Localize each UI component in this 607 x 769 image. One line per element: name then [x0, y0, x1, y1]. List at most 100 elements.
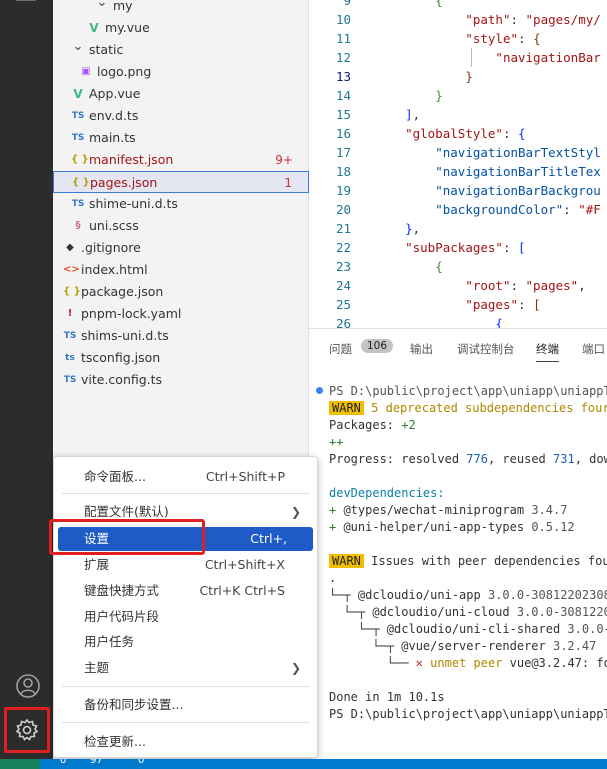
file-name: vite.config.ts [81, 372, 163, 387]
file-name: my [113, 0, 133, 13]
menu-item-check-updates[interactable]: 检查更新... [58, 730, 313, 754]
code-text: { [435, 259, 443, 274]
shortcut-label: Ctrl+Shift+P [205, 469, 285, 484]
file-name: .gitignore [81, 240, 141, 255]
account-icon[interactable] [14, 672, 42, 700]
manage-gear-button[interactable] [4, 707, 50, 753]
code-text: "navigationBarBackgrou [435, 183, 601, 198]
terminal-line: Packages: +2 [329, 418, 416, 432]
remote-indicator[interactable] [0, 759, 40, 769]
line-number: 9 [343, 0, 351, 8]
menu-separator [62, 493, 310, 494]
tab-terminal[interactable]: 终端 [536, 341, 559, 362]
problem-count-badge: 1 [284, 176, 292, 190]
menu-separator [62, 722, 310, 723]
terminal-command-indicator [316, 387, 323, 394]
menu-item-extensions[interactable]: 扩展 Ctrl+Shift+X [58, 553, 313, 577]
explorer-file[interactable]: TS env.d.ts [53, 105, 309, 127]
code-editor[interactable]: 9 {10 "path": "pages/my/11 "style": {12 … [309, 0, 607, 328]
line-number: 21 [335, 221, 351, 236]
explorer-file[interactable]: { } package.json [53, 281, 309, 303]
explorer-file[interactable]: ! pnpm-lock.yaml [53, 303, 309, 325]
tab-problems[interactable]: 问题 [329, 341, 352, 357]
code-line[interactable]: 19 "navigationBarBackgrou [309, 181, 607, 200]
code-line[interactable]: 18 "navigationBarTitleTex [309, 162, 607, 181]
file-name: index.html [81, 262, 148, 277]
problem-count-badge: 9+ [275, 153, 293, 167]
terminal-line: └── ✕ unmet peer vue@3.2.47: fou [329, 656, 607, 670]
vue-icon: V [89, 21, 99, 35]
menu-item-settings[interactable]: 设置 Ctrl+, [58, 527, 313, 551]
terminal-line: PS D:\public\project\app\uniapp\uniappTe [329, 707, 607, 721]
code-line[interactable]: 9 { [309, 0, 607, 10]
menu-item-keyboard-shortcuts[interactable]: 键盘快捷方式 Ctrl+K Ctrl+S [58, 579, 313, 603]
file-name: package.json [81, 284, 164, 299]
warning-count[interactable]: 97 [90, 759, 103, 766]
line-number: 10 [335, 12, 351, 27]
code-line[interactable]: 11 "style": { [309, 29, 607, 48]
terminal-line: Done in 1m 10.1s [329, 690, 445, 704]
code-line[interactable]: 24 "root": "pages", [309, 276, 607, 295]
menu-item-user-tasks[interactable]: 用户任务 [58, 630, 313, 654]
gear-icon [15, 718, 39, 741]
code-line[interactable]: 20 "backgroundColor": "#F [309, 200, 607, 219]
file-name: env.d.ts [89, 108, 139, 123]
file-name: pages.json [90, 175, 158, 190]
explorer-file[interactable]: { } pages.json 1 [53, 171, 309, 193]
explorer-folder[interactable]: ⌄ static [53, 39, 309, 61]
extensions-icon[interactable] [14, 0, 38, 14]
code-line[interactable]: 26 { [309, 314, 607, 328]
tab-ports[interactable]: 端口 [582, 341, 605, 357]
menu-item-themes[interactable]: 主题 ❯ [58, 656, 313, 680]
explorer-file[interactable]: V App.vue [53, 83, 309, 105]
code-line[interactable]: 12 "navigationBar [309, 48, 607, 67]
tab-debug-console[interactable]: 调试控制台 [457, 341, 515, 357]
image-icon: ▣ [81, 66, 91, 77]
chevron-down-icon: ⌄ [72, 39, 84, 54]
json-icon: { } [72, 177, 90, 188]
code-text: "subPackages": [ [405, 240, 526, 255]
file-name: App.vue [89, 86, 141, 101]
explorer-file[interactable]: TS shime-uni.d.ts [53, 193, 309, 215]
explorer-file[interactable]: { } manifest.json 9+ [53, 149, 309, 171]
code-text: "navigationBar [495, 50, 601, 65]
line-number: 26 [335, 316, 351, 328]
menu-item-backup-sync[interactable]: 备份和同步设置... [58, 693, 313, 717]
explorer-file[interactable]: TS vite.config.ts [53, 369, 309, 391]
typescript-icon: TS [63, 375, 77, 385]
menu-item-profiles[interactable]: 配置文件(默认) ❯ [58, 500, 313, 524]
code-line[interactable]: 22 "subPackages": [ [309, 238, 607, 257]
code-line[interactable]: 17 "navigationBarTextStyl [309, 143, 607, 162]
explorer-file[interactable]: Vmy.vue [53, 17, 309, 39]
manage-context-menu: 命令面板... Ctrl+Shift+P 配置文件(默认) ❯ 设置 Ctrl+… [53, 456, 318, 758]
menu-item-user-snippets[interactable]: 用户代码片段 [58, 605, 313, 629]
line-number: 18 [335, 164, 351, 179]
ports-count[interactable]: 0 [138, 759, 144, 766]
panel-tabs: 问题 106 输出 调试控制台 终端 端口 [309, 329, 607, 369]
file-name: uni.scss [89, 218, 139, 233]
code-line[interactable]: 16 "globalStyle": { [309, 124, 607, 143]
menu-item-command-palette[interactable]: 命令面板... Ctrl+Shift+P [58, 465, 313, 489]
explorer-file[interactable]: <> index.html [53, 259, 309, 281]
file-name: shims-uni.d.ts [81, 328, 169, 343]
code-line[interactable]: 13 } [309, 67, 607, 86]
explorer-file[interactable]: ◆ .gitignore [53, 237, 309, 259]
code-text: "path": "pages/my/ [465, 12, 601, 27]
code-line[interactable]: 15 ], [309, 105, 607, 124]
file-name: main.ts [89, 130, 136, 145]
explorer-file[interactable]: TS shims-uni.d.ts [53, 325, 309, 347]
file-name: pnpm-lock.yaml [81, 306, 182, 321]
code-line[interactable]: 25 "pages": [ [309, 295, 607, 314]
code-line[interactable]: 10 "path": "pages/my/ [309, 10, 607, 29]
explorer-file[interactable]: ▣ logo.png [53, 61, 309, 83]
code-line[interactable]: 21 }, [309, 219, 607, 238]
explorer-file[interactable]: ts tsconfig.json [53, 347, 309, 369]
explorer-file[interactable]: TS main.ts [53, 127, 309, 149]
error-count[interactable]: 0 [60, 759, 66, 766]
code-line[interactable]: 14 } [309, 86, 607, 105]
code-line[interactable]: 23 { [309, 257, 607, 276]
line-number: 23 [335, 259, 351, 274]
explorer-file[interactable]: § uni.scss [53, 215, 309, 237]
explorer-folder[interactable]: ⌄ my [53, 0, 309, 17]
tab-output[interactable]: 输出 [410, 341, 433, 357]
